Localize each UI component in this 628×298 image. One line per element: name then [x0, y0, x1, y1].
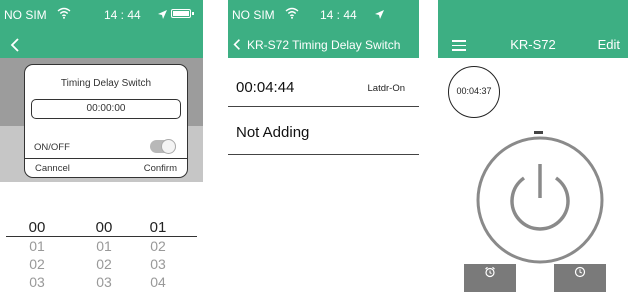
- header-bar: NO SIM 14 : 44: [0, 0, 203, 58]
- battery-icon: [171, 9, 194, 18]
- picker-option: 01: [96, 238, 112, 254]
- wifi-icon: [57, 7, 71, 19]
- timing-list-screen: NO SIM 14 : 44 KR-S72 Timing Delay Switc…: [228, 0, 419, 298]
- carrier-label: NO SIM: [232, 8, 275, 22]
- timer-button[interactable]: [554, 264, 606, 292]
- onoff-toggle[interactable]: [150, 139, 176, 154]
- power-button[interactable]: [476, 136, 604, 264]
- back-arrow-icon[interactable]: [10, 37, 20, 53]
- back-arrow-icon[interactable]: [233, 38, 241, 51]
- picker-option: 01: [29, 238, 45, 254]
- picker-selected-value: 00: [95, 219, 113, 236]
- hours-picker[interactable]: 00 01 02 03: [17, 219, 57, 294]
- dialog-divider: [25, 158, 187, 159]
- timer-list-item[interactable]: 00:04:44 Latdr-On: [228, 58, 419, 107]
- status-indicator: [534, 131, 543, 134]
- countdown-timer[interactable]: 00:04:37: [448, 66, 500, 118]
- header-bar: KR-S72 Edit: [438, 0, 628, 58]
- alarm-clock-icon: [485, 266, 495, 278]
- timing-delay-dialog: Timing Delay Switch 00:00:00 ON/OFF Cann…: [24, 64, 188, 178]
- page-title: KR-S72 Timing Delay Switch: [247, 38, 401, 52]
- header-bar: NO SIM 14 : 44 KR-S72 Timing Delay Switc…: [228, 0, 419, 58]
- timing-dialog-screen: NO SIM 14 : 44 Timing Delay Switch 00:00…: [0, 0, 203, 298]
- toggle-knob: [161, 139, 176, 154]
- confirm-button[interactable]: Confirm: [144, 163, 177, 174]
- picker-selected-value: 00: [28, 219, 46, 236]
- alarm-button[interactable]: [464, 264, 516, 292]
- picker-option: 03: [150, 256, 166, 272]
- dialog-title: Timing Delay Switch: [60, 78, 152, 89]
- picker-option: 03: [96, 274, 112, 290]
- picker-selected-value: 01: [149, 219, 167, 236]
- wifi-icon: [285, 7, 299, 19]
- clock-label: 14 : 44: [320, 8, 357, 22]
- picker-option: 02: [150, 238, 166, 254]
- timer-mode-label: Latdr-On: [367, 83, 406, 94]
- carrier-label: NO SIM: [4, 8, 47, 22]
- seconds-picker[interactable]: 01 02 03 04: [138, 219, 178, 294]
- add-timer-label: Not Adding: [236, 124, 310, 141]
- cancel-button[interactable]: Canncel: [35, 163, 70, 174]
- clock-icon: [574, 266, 586, 278]
- minutes-picker[interactable]: 00 01 02 03: [84, 219, 124, 294]
- location-arrow-icon: [375, 10, 384, 19]
- picker-option: 02: [96, 256, 112, 272]
- edit-button[interactable]: Edit: [598, 37, 620, 52]
- timer-value: 00:04:44: [236, 79, 295, 96]
- clock-label: 14 : 44: [104, 8, 141, 22]
- location-arrow-icon: [158, 10, 167, 19]
- add-timer-item[interactable]: Not Adding: [228, 106, 419, 155]
- time-input-field[interactable]: 00:00:00: [31, 99, 181, 119]
- device-control-screen: KR-S72 Edit 00:04:37: [438, 0, 628, 298]
- picker-option: 04: [150, 274, 166, 290]
- picker-option: 03: [29, 274, 45, 290]
- picker-option: 02: [29, 256, 45, 272]
- onoff-label: ON/OFF: [34, 142, 70, 153]
- power-icon: [510, 164, 570, 231]
